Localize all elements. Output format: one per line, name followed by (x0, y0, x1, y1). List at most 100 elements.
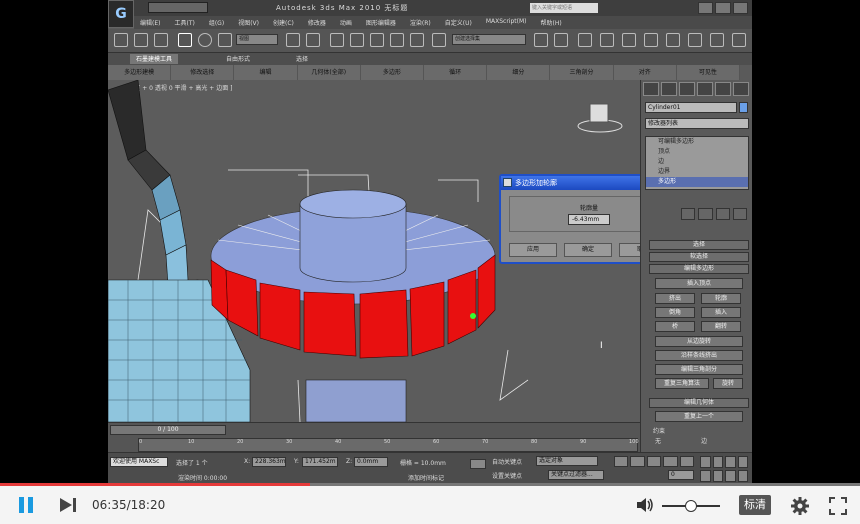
menu-item[interactable]: 渲染(R) (410, 18, 431, 27)
schematic-icon[interactable] (644, 33, 658, 47)
align-icon[interactable] (554, 33, 568, 47)
pause-icon[interactable] (18, 497, 34, 513)
display-tab-icon[interactable] (715, 82, 731, 96)
y-coord-field[interactable]: 171.452m (302, 457, 338, 467)
curve-editor-icon[interactable] (622, 33, 636, 47)
hinge-from-edge-button[interactable]: 从边旋转 (655, 336, 743, 347)
maxscript-listener[interactable]: 欢迎使用 MAXSc (110, 457, 168, 467)
inset-button[interactable]: 插入 (701, 307, 741, 318)
menu-item[interactable]: 动画 (340, 18, 352, 27)
render-icon[interactable] (732, 33, 746, 47)
menu-item[interactable]: 工具(T) (174, 18, 194, 27)
ribbon-panel-align[interactable]: 对齐 (614, 65, 677, 80)
menu-item[interactable]: 自定义(U) (445, 18, 472, 27)
goto-start-icon[interactable] (614, 456, 629, 467)
current-frame-field[interactable]: 0 (668, 470, 694, 480)
menu-item[interactable]: 图形编辑器 (366, 18, 396, 27)
fullscreen-icon[interactable] (828, 496, 848, 516)
percent-snap-icon[interactable] (390, 33, 404, 47)
make-unique-icon[interactable] (715, 208, 730, 220)
next-icon[interactable] (58, 497, 78, 513)
prev-frame-icon[interactable] (630, 456, 645, 467)
outline-amount-spinner[interactable]: -6.43mm (568, 214, 610, 225)
maximize-viewport-icon[interactable] (737, 470, 748, 482)
edit-triangulation-button[interactable]: 编辑三角剖分 (655, 364, 743, 375)
mirror-icon[interactable] (534, 33, 548, 47)
menu-item[interactable]: 组(G) (209, 18, 224, 27)
stack-item[interactable]: 可编辑多边形 (646, 137, 748, 147)
menu-item[interactable]: 修改器 (308, 18, 326, 27)
zoom-icon[interactable] (700, 456, 711, 468)
repeat-last-button[interactable]: 重复上一个 (655, 411, 743, 422)
insert-vertex-button[interactable]: 插入顶点 (655, 278, 743, 289)
constraint-none-radio[interactable]: 无 (655, 436, 661, 445)
ribbon-panel-visibility[interactable]: 可见性 (677, 65, 741, 80)
volume-icon[interactable] (636, 497, 654, 513)
zoom-extents-all-icon[interactable] (737, 456, 748, 468)
move-icon[interactable] (178, 33, 192, 47)
ribbon-panel-subdivision[interactable]: 细分 (487, 65, 551, 80)
scale-icon[interactable] (218, 33, 232, 47)
time-slider[interactable]: 0 / 100 (110, 425, 226, 435)
snap-icon[interactable] (350, 33, 364, 47)
angle-snap-icon[interactable] (370, 33, 384, 47)
ribbon-panel-loops[interactable]: 循环 (424, 65, 488, 80)
modifier-list-select[interactable]: 修改器列表 (645, 118, 749, 129)
volume-knob[interactable] (685, 500, 697, 512)
close-icon[interactable] (732, 2, 748, 14)
menu-item[interactable]: 创建(C) (273, 18, 294, 27)
keyboard-shortcut-icon[interactable] (330, 33, 344, 47)
play-anim-icon[interactable] (646, 456, 662, 467)
maximize-icon[interactable] (715, 2, 731, 14)
object-name-field[interactable]: Cylinder01 (645, 102, 737, 113)
z-coord-field[interactable]: 0.0mm (354, 457, 388, 467)
pan-icon[interactable] (712, 470, 723, 482)
retriangulate-button[interactable]: 重复三角算法 (655, 378, 709, 389)
utilities-tab-icon[interactable] (733, 82, 749, 96)
extrude-along-spline-button[interactable]: 沿样条线挤出 (655, 350, 743, 361)
tab-freeform[interactable]: 自由形式 (220, 54, 256, 64)
menu-item[interactable]: MAXScript(M) (486, 18, 527, 27)
modify-tab-icon[interactable] (661, 82, 677, 96)
select-object-icon[interactable] (154, 33, 168, 47)
material-editor-icon[interactable] (666, 33, 680, 47)
constraint-edge-radio[interactable]: 边 (701, 436, 707, 445)
add-time-tag[interactable]: 添加时间标记 (408, 473, 444, 482)
zoom-extents-icon[interactable] (725, 456, 736, 468)
spinner-snap-icon[interactable] (410, 33, 424, 47)
show-end-result-icon[interactable] (698, 208, 713, 220)
object-color-swatch[interactable] (739, 102, 748, 113)
ribbon-panel-geometry[interactable]: 几何体(全部) (298, 65, 361, 80)
menu-item[interactable]: 帮助(H) (541, 18, 562, 27)
extrude-button[interactable]: 挤出 (655, 293, 695, 304)
video-frame[interactable]: G Autodesk 3ds Max 2010 无标题 键入关键字或短语 编辑(… (108, 0, 752, 484)
ribbon-panel-triangulation[interactable]: 三角剖分 (550, 65, 614, 80)
select-region-icon[interactable] (134, 33, 148, 47)
progress-fill[interactable] (0, 483, 310, 486)
reference-coord-select[interactable]: 视图 (236, 34, 278, 45)
flip-button[interactable]: 翻转 (701, 321, 741, 332)
menu-item[interactable]: 视图(V) (238, 18, 259, 27)
x-coord-field[interactable]: 228.363m (252, 457, 286, 467)
stack-item[interactable]: 边界 (646, 167, 748, 177)
selected-object-select[interactable]: 选定对象 (536, 456, 598, 466)
ribbon-panel-modify-selection[interactable]: 修改选择 (171, 65, 235, 80)
motion-tab-icon[interactable] (697, 82, 713, 96)
ribbon-panel-edit[interactable]: 编辑 (234, 65, 298, 80)
pivot-icon[interactable] (286, 33, 300, 47)
auto-key-button[interactable]: 自动关键点 (492, 457, 522, 466)
rendered-frame-icon[interactable] (710, 33, 724, 47)
key-filters-button[interactable]: 关键点过滤器... (548, 470, 604, 480)
ok-button[interactable]: 确定 (564, 243, 612, 257)
outline-button[interactable]: 轮廓 (701, 293, 741, 304)
fov-icon[interactable] (700, 470, 711, 482)
orbit-icon[interactable] (725, 470, 736, 482)
remove-modifier-icon[interactable] (732, 208, 747, 220)
ribbon-panel-polygons[interactable]: 多边形 (361, 65, 425, 80)
app-logo[interactable]: G (108, 0, 134, 28)
edit-named-selection-icon[interactable] (432, 33, 446, 47)
rollout-selection[interactable]: 选择 (649, 240, 749, 250)
tab-graphite-tools[interactable]: 石墨建模工具 (130, 54, 179, 64)
select-manipulate-icon[interactable] (306, 33, 320, 47)
named-selection-select[interactable]: 创建选择集 (452, 34, 526, 45)
